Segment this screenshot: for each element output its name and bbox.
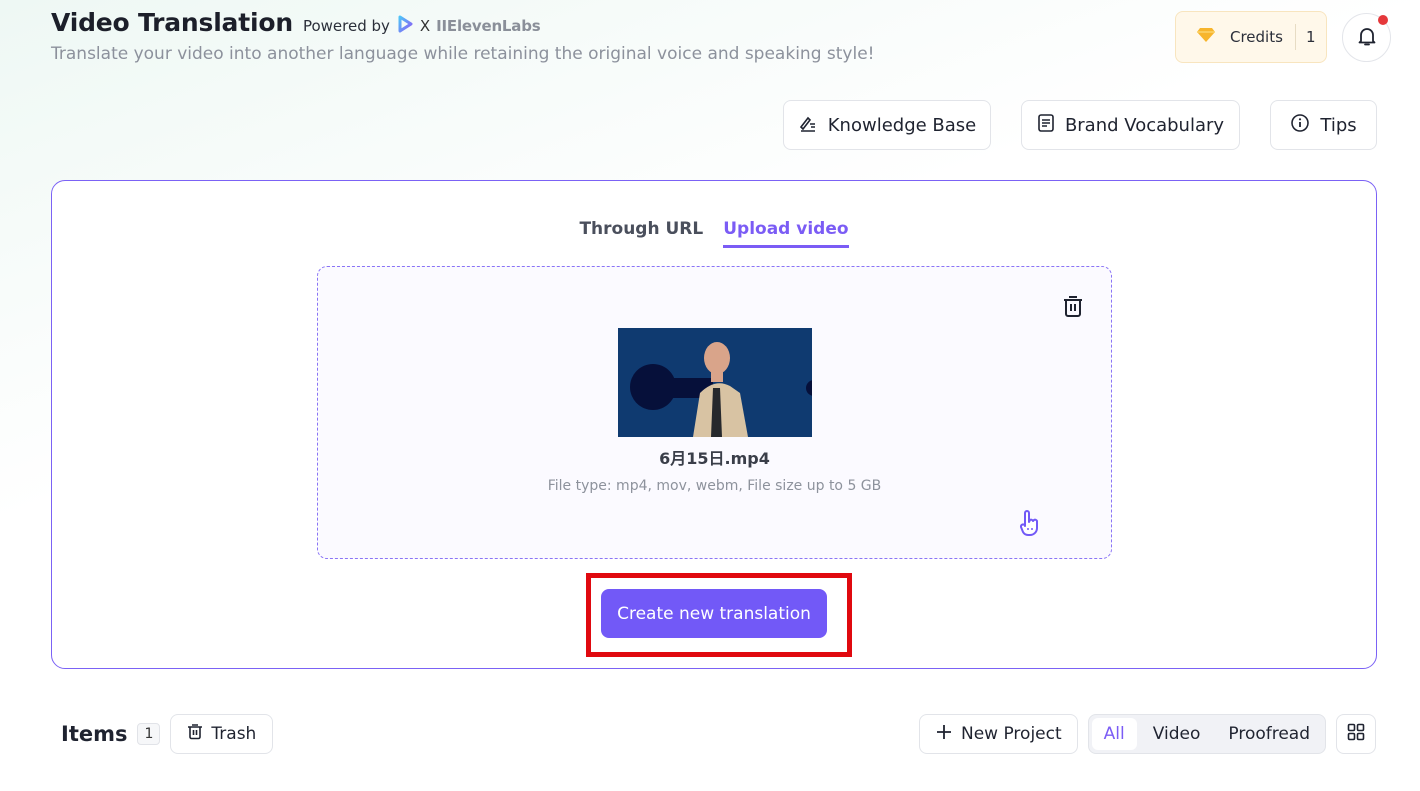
knowledge-base-label: Knowledge Base [827,114,977,136]
items-count-badge: 1 [137,723,161,745]
video-dropzone[interactable]: 6月15日.mp4 File type: mp4, mov, webm, Fil… [317,266,1112,559]
trash-icon [187,723,203,745]
filter-segmented-control: All Video Proofread [1087,714,1327,754]
tips-label: Tips [1320,114,1357,136]
divider [1294,24,1296,50]
page-subtitle: Translate your video into another langua… [51,44,875,64]
new-project-label: New Project [961,724,1062,744]
pointer-cursor-icon [1018,510,1040,542]
page-title: Video Translation [51,8,293,37]
video-thumbnail [618,328,812,437]
file-type-hint: File type: mp4, mov, webm, File size up … [547,478,882,494]
file-name: 6月15日.mp4 [659,449,770,468]
edit-lines-icon [798,113,818,138]
trash-label: Trash [211,724,257,744]
powered-by: Powered by X IIElevenLabs [303,15,541,37]
create-new-translation-button[interactable]: Create new translation [601,589,827,638]
bell-icon [1356,25,1378,51]
brand-logo-icon [396,15,414,37]
items-toolbar: New Project All Video Proofread [919,714,1377,754]
filter-all[interactable]: All [1091,718,1137,750]
grid-view-button[interactable] [1336,714,1377,754]
credits-value: 1 [1305,28,1316,46]
x-separator: X [419,17,431,35]
filter-proofread[interactable]: Proofread [1216,718,1322,750]
brand-vocabulary-label: Brand Vocabulary [1064,114,1225,136]
powered-by-label: Powered by [302,17,390,35]
new-project-button[interactable]: New Project [919,714,1078,754]
grid-icon [1347,723,1365,745]
credits-label: Credits [1230,28,1283,46]
tab-through-url[interactable]: Through URL [579,219,703,248]
filter-video[interactable]: Video [1141,718,1213,750]
plus-icon [935,723,953,746]
notifications-button[interactable] [1342,13,1391,62]
trash-button[interactable]: Trash [170,714,274,754]
document-icon [1037,113,1055,138]
info-icon [1290,113,1310,138]
diamond-icon [1196,27,1216,47]
notification-dot [1378,15,1388,25]
upload-card: Through URL Upload video 6月15日.mp4 File … [51,180,1377,669]
page-header: Video Translation Powered by X IIElevenL… [51,8,541,37]
items-header: Items 1 Trash [61,714,274,754]
credits-button[interactable]: Credits 1 [1175,11,1327,63]
delete-file-button[interactable] [1062,294,1084,322]
trash-icon [1062,296,1084,322]
upload-tabs: Through URL Upload video [52,219,1376,248]
knowledge-base-button[interactable]: Knowledge Base [783,100,991,150]
elevenlabs-logo: IIElevenLabs [436,17,541,35]
items-title: Items [61,722,128,746]
tab-upload-video[interactable]: Upload video [723,219,849,248]
tips-button[interactable]: Tips [1270,100,1377,150]
brand-vocabulary-button[interactable]: Brand Vocabulary [1021,100,1240,150]
